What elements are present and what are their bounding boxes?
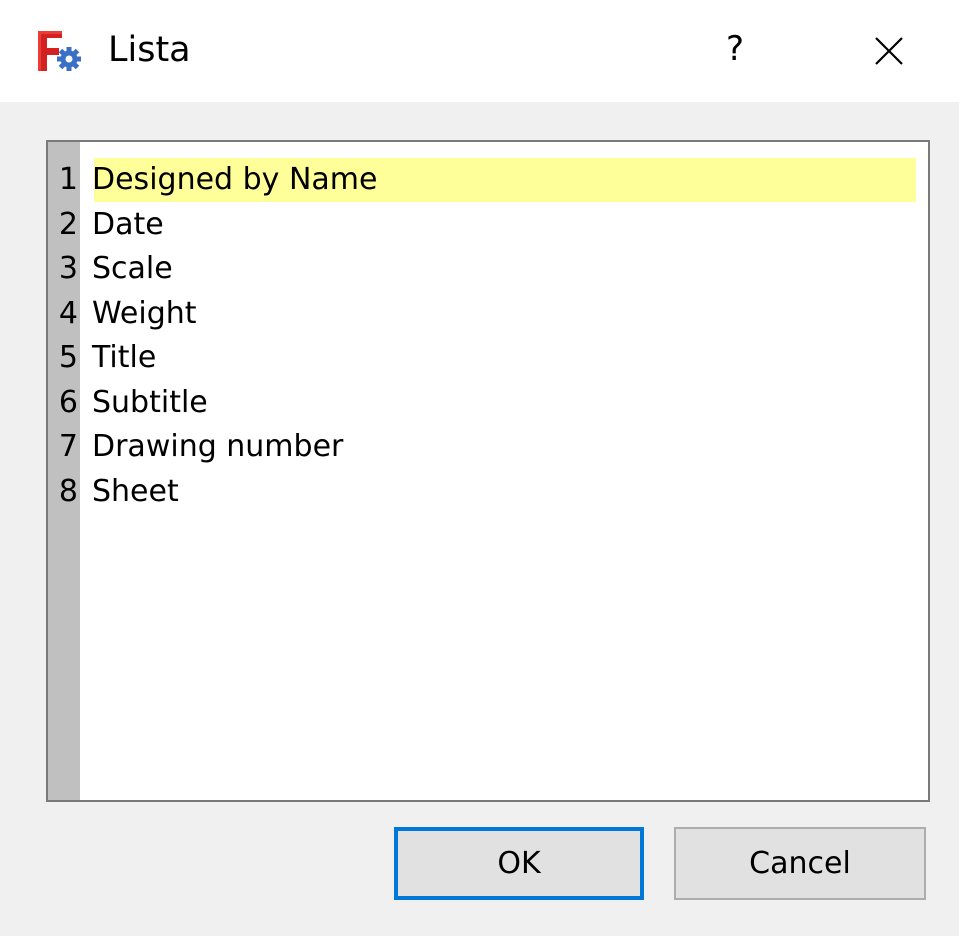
list-item-number: 6 [58,384,78,420]
list-item[interactable]: 5 Title [48,336,928,381]
list-item[interactable]: 3 Scale [48,247,928,292]
window-title: Lista [108,30,191,70]
close-icon[interactable] [856,20,922,82]
app-gear-icon [38,31,81,71]
list-item-label: Scale [92,251,173,286]
ok-button[interactable]: OK [394,827,644,900]
list-item[interactable]: 2 Date [48,203,928,248]
list-item-label: Weight [92,295,197,331]
list-item[interactable]: 8 Sheet [48,470,928,515]
list-item-label: Date [92,206,164,242]
list-item-label: Title [92,340,157,375]
list-item-number: 1 [58,162,78,197]
list-item-label: Sheet [92,473,179,509]
list-item[interactable]: 4 Weight [48,292,928,337]
list-item-label: Drawing number [92,429,344,464]
list-item-number: 4 [58,295,78,331]
list-item-label: Subtitle [92,384,208,420]
list-item-label: Designed by Name [92,162,378,197]
item-listbox[interactable]: 1 Designed by Name 2 Date 3 Scale 4 Weight 5 Titl… [46,140,930,802]
cancel-button[interactable]: Cancel [674,827,926,900]
title-bar: Lista ? [0,0,959,102]
list-item-number: 2 [58,206,78,242]
list-item[interactable]: 1 Designed by Name [48,158,928,203]
list-item[interactable]: 7 Drawing number [48,425,928,470]
list-item-number: 8 [58,473,78,509]
list-item-number: 3 [58,251,78,286]
list-item[interactable]: 6 Subtitle [48,381,928,426]
list-rows: 1 Designed by Name 2 Date 3 Scale 4 Weight 5 Titl… [48,158,928,514]
list-item-number: 5 [58,340,78,375]
help-button[interactable]: ? [708,18,762,80]
list-item-number: 7 [58,429,78,464]
